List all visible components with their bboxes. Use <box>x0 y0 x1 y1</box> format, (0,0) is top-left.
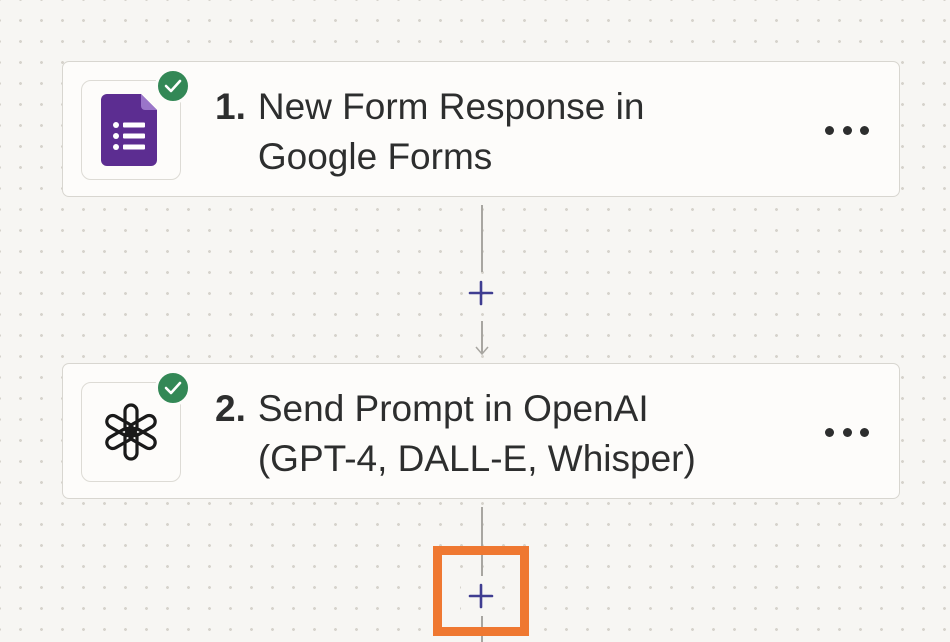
google-forms-icon <box>101 94 157 166</box>
step-card-2[interactable]: 2. Send Prompt in OpenAI (GPT-4, DALL-E,… <box>62 363 900 499</box>
highlight-annotation-box <box>433 546 529 636</box>
more-horizontal-icon <box>825 125 834 135</box>
check-circle-icon <box>155 68 191 104</box>
more-options-button[interactable] <box>825 120 869 140</box>
step-title-line-1: New Form Response in <box>257 86 645 127</box>
add-step-button[interactable] <box>461 273 501 313</box>
openai-icon <box>105 403 157 461</box>
arrow-down-icon <box>475 346 489 356</box>
plus-icon <box>468 280 494 306</box>
step-title-line-2: (GPT-4, DALL-E, Whisper) <box>257 438 696 479</box>
step-title-2: 2. Send Prompt in OpenAI (GPT-4, DALL-E,… <box>215 384 696 484</box>
zap-editor-canvas: 1. New Form Response in Google Forms 2. … <box>0 0 950 642</box>
check-circle-icon <box>155 370 191 406</box>
more-options-button[interactable] <box>825 422 869 442</box>
step-title-line-2: Google Forms <box>257 136 493 177</box>
step-number: 1. <box>215 86 246 127</box>
step-number: 2. <box>215 388 246 429</box>
step-title-line-1: Send Prompt in OpenAI <box>257 388 649 429</box>
connector-line <box>481 205 483 272</box>
step-card-1[interactable]: 1. New Form Response in Google Forms <box>62 61 900 197</box>
step-title-1: 1. New Form Response in Google Forms <box>215 82 644 182</box>
more-horizontal-icon <box>825 427 834 437</box>
